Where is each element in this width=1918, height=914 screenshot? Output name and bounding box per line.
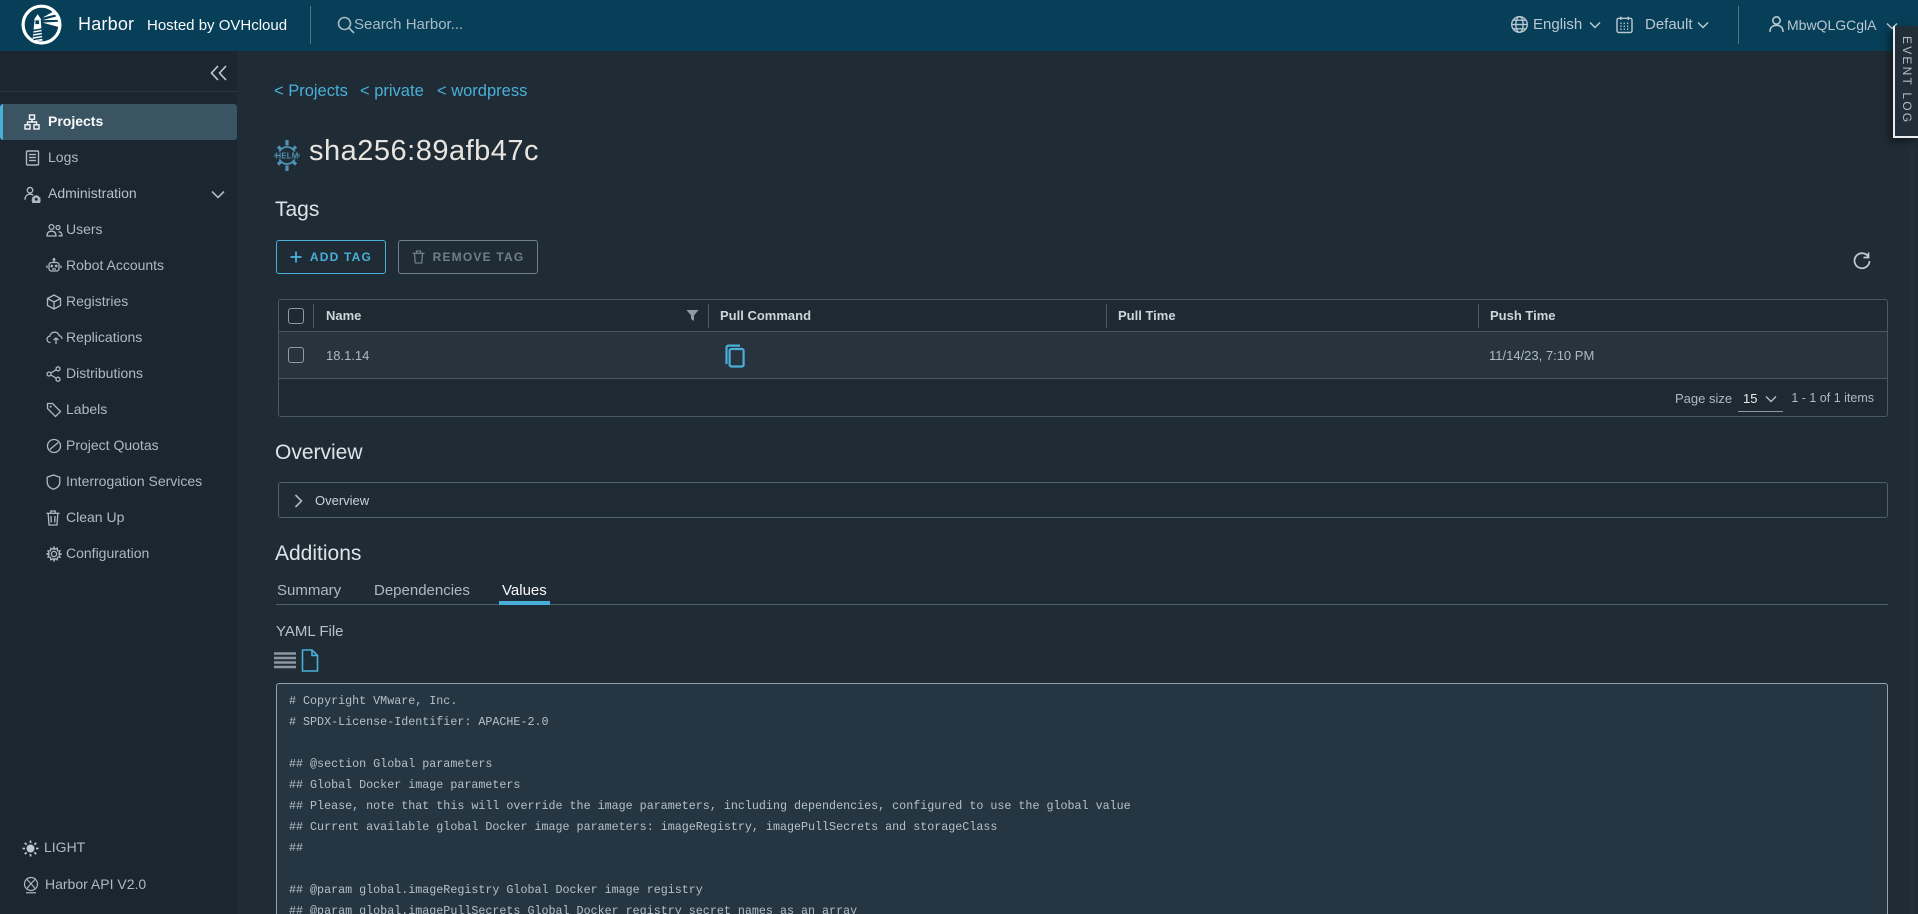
svg-text:HELM: HELM bbox=[276, 151, 299, 160]
